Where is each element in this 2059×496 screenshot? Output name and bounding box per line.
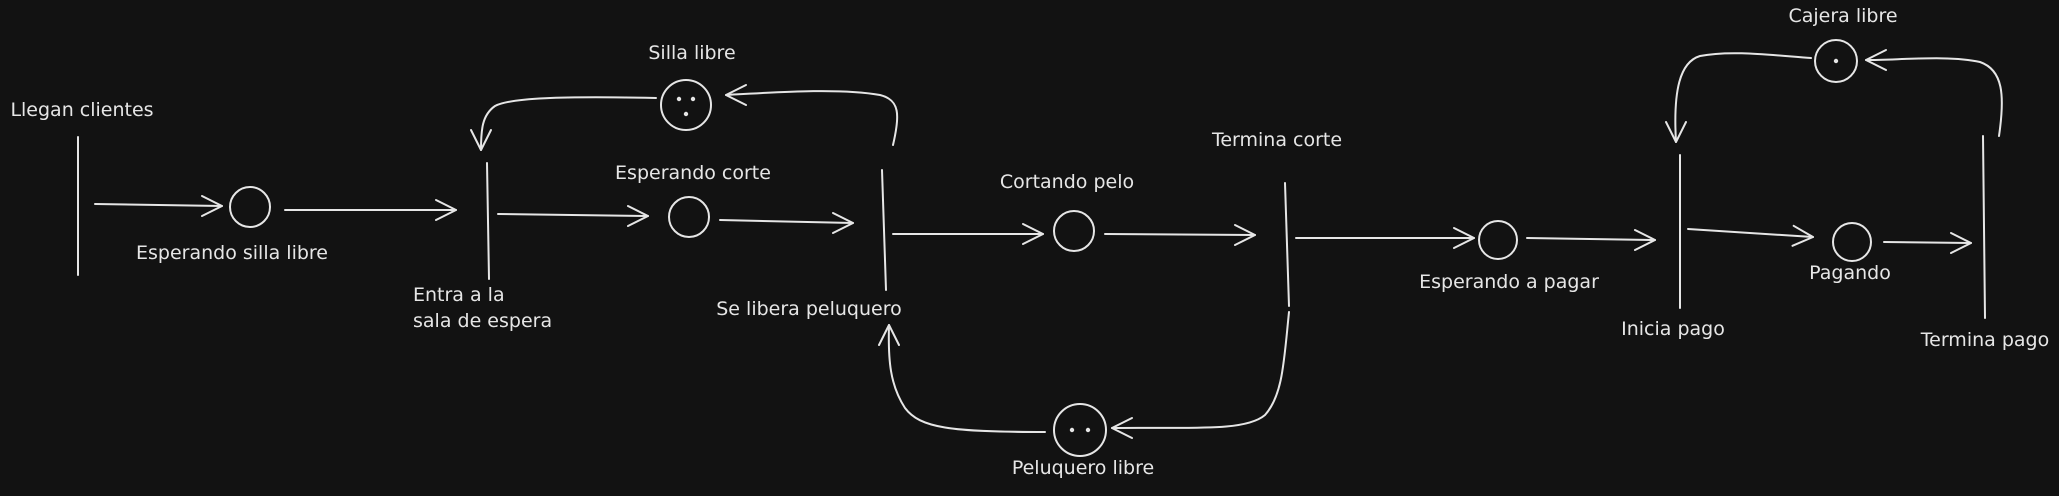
arc-p2-to-t2 [480, 96, 657, 151]
transition-bar-t2 [486, 162, 490, 280]
token-p5-1 [1085, 427, 1091, 433]
token-p7-0 [1833, 58, 1839, 64]
transition-label-line-t3-0: Se libera peluquero [716, 298, 901, 320]
token-p2-0 [676, 96, 682, 102]
transition-label-t2: Entra a la sala de espera [413, 284, 552, 332]
place-label-p2: Silla libre [648, 42, 735, 64]
transition-bar-t6 [1982, 135, 1986, 319]
place-circle-p4 [1053, 210, 1095, 252]
place-label-p1: Esperando silla libre [136, 242, 328, 264]
token-p5-0 [1069, 427, 1075, 433]
transition-label-line-t4-0: Termina corte [1211, 129, 1342, 151]
arc-p3-to-t3 [719, 219, 854, 224]
transition-label-line-t6-0: Termina pago [1920, 329, 2049, 351]
place-label-p5: Peluquero libre [1012, 457, 1154, 479]
transition-label-t4: Termina corte [1211, 129, 1342, 151]
arc-p6-to-t5 [1526, 237, 1656, 241]
place-circle-p5 [1053, 403, 1107, 457]
arc-t3-to-p2 [725, 90, 899, 146]
place-circle-p2 [660, 79, 712, 131]
transition-bar-t4 [1284, 182, 1290, 307]
place-label-p4: Cortando pelo [1000, 171, 1134, 193]
arc-t5-to-p8 [1687, 228, 1814, 238]
place-circle-p1 [229, 186, 271, 228]
arc-p7-to-t5 [1674, 52, 1812, 143]
arc-p5-to-t3 [887, 324, 1046, 433]
transition-label-line-t2-1: sala de espera [413, 310, 552, 332]
place-circle-p8 [1832, 222, 1872, 262]
token-p2-1 [690, 96, 696, 102]
petri-net-canvas: Llegan clientes Entra a la sala de espera S… [0, 0, 2059, 496]
arc-t1-to-p1 [94, 203, 223, 207]
place-label-p7: Cajera libre [1788, 5, 1897, 27]
transition-label-t5: Inicia pago [1621, 318, 1725, 340]
transition-label-line-t2-0: Entra a la [413, 284, 505, 306]
transition-label-t3: Se libera peluquero [716, 298, 901, 320]
arc-p8-to-t6 [1883, 241, 1972, 244]
transition-label-line-t1-0: Llegan clientes [10, 99, 153, 121]
place-label-p6: Esperando a pagar [1419, 271, 1599, 293]
transition-label-t6: Termina pago [1920, 329, 2049, 351]
arc-p4-to-t4 [1104, 233, 1256, 236]
transition-label-t1: Llegan clientes [10, 99, 153, 121]
petri-net-diagram: Llegan clientes Entra a la sala de espera S… [10, 5, 2049, 479]
place-circle-p3 [668, 196, 710, 238]
arc-t4-to-p5 [1111, 311, 1290, 429]
transition-bar-t3 [881, 169, 887, 291]
transition-label-line-t5-0: Inicia pago [1621, 318, 1725, 340]
place-circle-p6 [1478, 220, 1518, 260]
place-label-p8: Pagando [1809, 262, 1891, 284]
token-p2-2 [683, 111, 689, 117]
arc-t2-to-p3 [497, 213, 649, 217]
place-label-p3: Esperando corte [615, 162, 771, 184]
